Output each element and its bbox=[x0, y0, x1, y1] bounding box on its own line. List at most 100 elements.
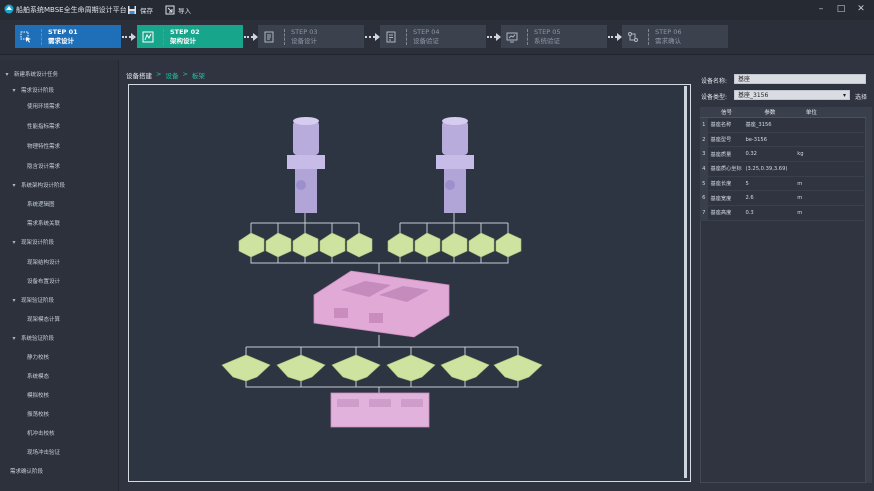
app-title: 船舶系统MBSE全生命周期设计平台 bbox=[16, 6, 127, 14]
architecture-canvas[interactable] bbox=[128, 84, 691, 482]
close-button[interactable]: ✕ bbox=[854, 3, 868, 15]
breadcrumb-item[interactable]: 设备 bbox=[165, 70, 178, 80]
tree-group-item[interactable]: ▾ 系统架构设计阶段 bbox=[10, 179, 65, 191]
table-row[interactable]: 1 基座名称 基座_3156 bbox=[700, 118, 866, 133]
chevron-down-icon[interactable]: ▾ bbox=[10, 181, 18, 189]
tree-group-item[interactable]: 需求确认阶段 bbox=[10, 465, 43, 477]
base-plate[interactable] bbox=[330, 392, 430, 428]
checklist-icon bbox=[386, 31, 396, 42]
param-value[interactable]: (3.25,0.39,3.69) bbox=[742, 162, 794, 176]
param-name: 基座长度 bbox=[710, 181, 732, 188]
chevron-down-icon[interactable]: ▾ bbox=[10, 238, 18, 246]
breadcrumb-item[interactable]: 设备搭建 bbox=[126, 70, 152, 80]
cursor-select-icon bbox=[20, 31, 31, 43]
step-5[interactable]: STEP 05 系统验证 bbox=[501, 25, 607, 48]
maximize-button[interactable]: □ bbox=[834, 3, 848, 15]
step-arrow bbox=[608, 36, 617, 38]
param-value[interactable]: 2.6 bbox=[742, 191, 794, 205]
empty-cell bbox=[825, 118, 866, 132]
tree-leaf-item[interactable]: 系统逻辑图 bbox=[27, 198, 55, 210]
tree-leaf-item[interactable]: 使用环境需求 bbox=[27, 100, 60, 112]
tree-group-item[interactable]: ▾ 现架设计阶段 bbox=[10, 236, 54, 248]
step-arrow bbox=[244, 36, 253, 38]
step-1[interactable]: STEP 01 需求设计 bbox=[15, 25, 121, 48]
empty-cell bbox=[825, 162, 866, 176]
tree-item-label: 设备布置设计 bbox=[27, 279, 61, 285]
step-4[interactable]: STEP 04 设备验证 bbox=[380, 25, 486, 48]
table-row[interactable]: 7 基座高度 0.3 m bbox=[700, 206, 866, 221]
param-value[interactable]: be-3156 bbox=[742, 133, 794, 147]
tree-group-item[interactable]: ▾ 系统验证阶段 bbox=[10, 332, 54, 344]
empty-cell bbox=[825, 191, 866, 205]
tree-leaf-item[interactable]: 物理特性需求 bbox=[27, 140, 60, 152]
param-value[interactable]: 0.3 bbox=[742, 206, 794, 220]
tree-leaf-item[interactable]: 需求系统关联 bbox=[27, 217, 60, 229]
tree-leaf-item[interactable]: 静力校核 bbox=[27, 351, 49, 363]
param-name: 基座质心坐标 bbox=[710, 166, 742, 173]
mount-row-bottom[interactable] bbox=[221, 354, 543, 382]
param-value[interactable]: 0.32 bbox=[742, 147, 794, 161]
tree-leaf-item[interactable]: 性能指标需求 bbox=[27, 120, 60, 132]
tree-leaf-item[interactable]: 现场冲击验证 bbox=[27, 446, 60, 458]
frame-structure[interactable] bbox=[313, 270, 450, 338]
tree-leaf-item[interactable]: 机冲击校核 bbox=[27, 427, 55, 439]
tree-group-item[interactable]: ▾ 现架验证阶段 bbox=[10, 294, 54, 306]
tree-leaf-item[interactable]: 现架结构设计 bbox=[27, 256, 60, 268]
row-index: 1 bbox=[700, 118, 708, 132]
step-2[interactable]: STEP 02 架构设计 bbox=[137, 25, 243, 48]
cylinder-device-left[interactable] bbox=[287, 117, 325, 213]
table-row[interactable]: 2 基座型号 be-3156 bbox=[700, 132, 866, 148]
architecture-icon bbox=[142, 31, 154, 42]
table-row[interactable]: 6 基座宽度 2.6 m bbox=[700, 191, 866, 207]
tree-item-label: 系统逻辑图 bbox=[27, 202, 55, 208]
tree-leaf-item[interactable]: 现架模态计算 bbox=[27, 313, 60, 325]
chevron-down-icon[interactable]: ▾ bbox=[10, 296, 18, 304]
tree-leaf-item[interactable]: 模拟校核 bbox=[27, 389, 49, 401]
table-row[interactable]: 5 基座长度 5 m bbox=[700, 176, 866, 192]
table-row[interactable]: 3 基座质量 0.32 kg bbox=[700, 147, 866, 163]
table-header: 信号 参数 单位 bbox=[700, 107, 866, 118]
breadcrumb-item[interactable]: 板架 bbox=[192, 70, 205, 80]
tree-leaf-item[interactable]: 系统模态 bbox=[27, 370, 49, 382]
param-value[interactable]: 基座_3156 bbox=[742, 118, 794, 132]
tree-item-label: 机冲击校核 bbox=[27, 431, 55, 437]
tree-group-item[interactable]: ▾ 需求设计阶段 bbox=[10, 84, 54, 96]
import-button[interactable]: 导入 bbox=[165, 3, 191, 17]
select-button[interactable]: 选择 bbox=[855, 92, 867, 101]
tree-root[interactable]: ▾ 新建系统设计任务 bbox=[3, 68, 58, 80]
minimize-button[interactable]: – bbox=[814, 3, 828, 15]
tree-leaf-item[interactable]: 振荡校核 bbox=[27, 408, 49, 420]
step-1-num: STEP 01 bbox=[48, 27, 78, 36]
tree-leaf-item[interactable]: 隐含设计需求 bbox=[27, 160, 60, 172]
param-value[interactable]: 5 bbox=[742, 177, 794, 191]
device-type-select[interactable]: 基座_3156 ▾ bbox=[734, 90, 850, 100]
chevron-down-icon[interactable]: ▾ bbox=[3, 70, 11, 78]
step-2-name: 架构设计 bbox=[170, 36, 196, 45]
param-name: 基座宽度 bbox=[710, 195, 732, 202]
tree-item-label: 需求设计阶段 bbox=[21, 88, 55, 94]
step-6-num: STEP 06 bbox=[655, 27, 682, 36]
table-scrollbar[interactable] bbox=[866, 107, 872, 483]
canvas-scrollbar[interactable] bbox=[684, 86, 687, 478]
save-button[interactable]: 保存 bbox=[127, 3, 153, 17]
tree-item-label: 物理特性需求 bbox=[27, 144, 61, 150]
chevron-down-icon[interactable]: ▾ bbox=[10, 86, 18, 94]
step-3[interactable]: STEP 03 设备设计 bbox=[258, 25, 364, 48]
empty-cell bbox=[825, 206, 866, 220]
param-name: 基座型号 bbox=[710, 137, 732, 144]
chevron-down-icon[interactable]: ▾ bbox=[10, 334, 18, 342]
step-arrow bbox=[365, 36, 375, 38]
cylinder-device-right[interactable] bbox=[436, 117, 474, 213]
mount-row-top[interactable] bbox=[238, 232, 522, 258]
empty-cell bbox=[825, 177, 866, 191]
table-header-cell: 信号 bbox=[720, 110, 732, 116]
app-logo-icon bbox=[4, 4, 14, 14]
architecture-model-view[interactable] bbox=[129, 85, 690, 481]
table-row[interactable]: 4 基座质心坐标 (3.25,0.39,3.69) bbox=[700, 162, 866, 177]
tree-item-label: 需求系统关联 bbox=[27, 221, 61, 227]
device-name-field[interactable]: 基座 bbox=[734, 74, 866, 84]
table-header-index bbox=[700, 107, 708, 117]
tree-leaf-item[interactable]: 设备布置设计 bbox=[27, 275, 60, 287]
step-6[interactable]: STEP 06 需求确认 bbox=[622, 25, 728, 48]
empty-cell bbox=[825, 147, 866, 161]
